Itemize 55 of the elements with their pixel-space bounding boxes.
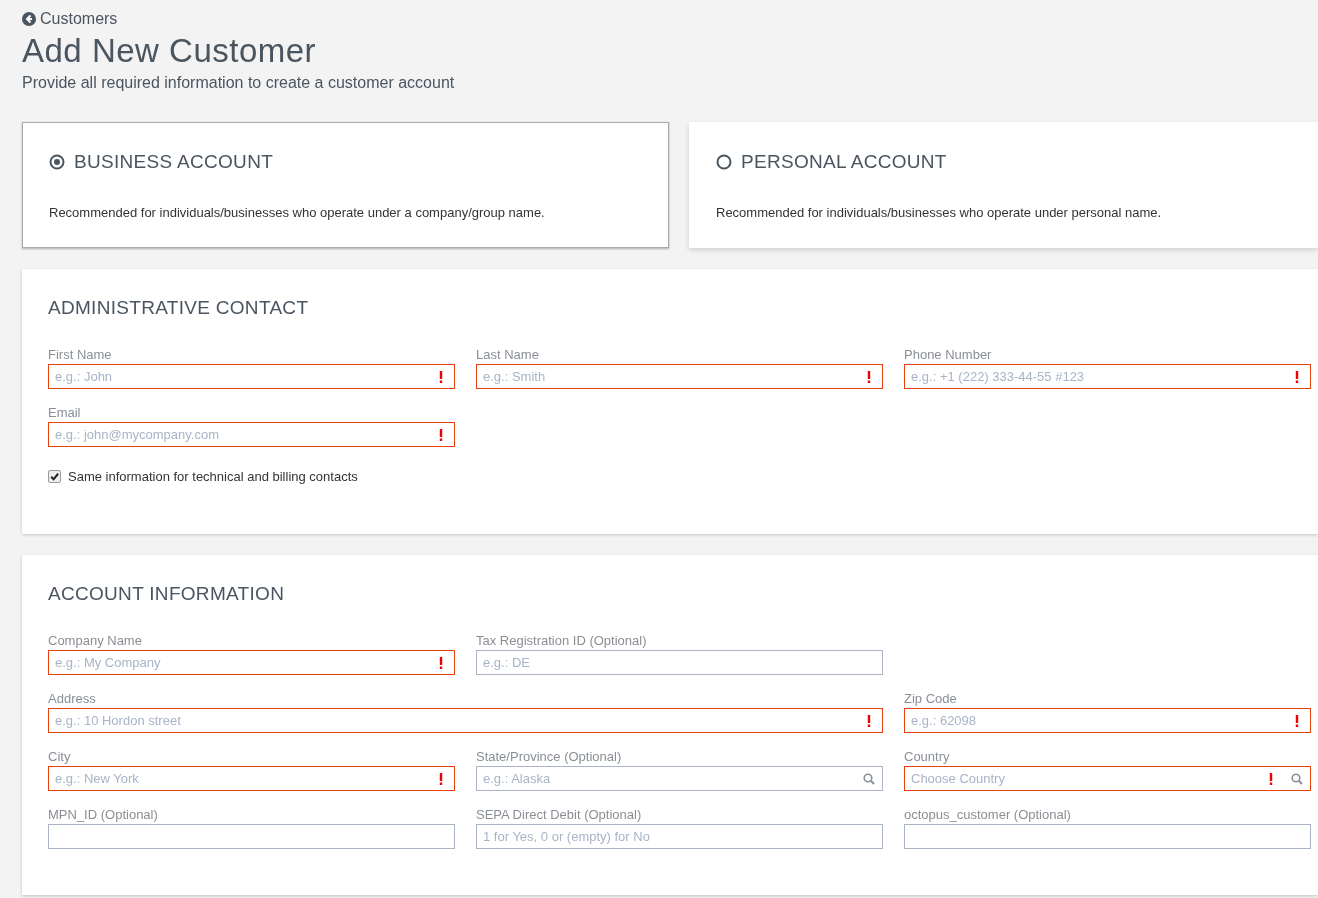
required-icon (439, 371, 443, 383)
input-field[interactable]: Choose Country (904, 766, 1311, 791)
field-label: First Name (48, 347, 113, 362)
checkbox[interactable] (48, 470, 61, 483)
checkbox-label: Same information for technical and billing contacts (68, 469, 358, 484)
input-field[interactable]: e.g.: John (48, 364, 455, 389)
section-title: ACCOUNT INFORMATION (48, 583, 286, 605)
page-title: Add New Customer (22, 32, 318, 70)
required-icon (867, 715, 871, 727)
back-arrow-icon (22, 12, 36, 26)
account-type-description: Recommended for individuals/businesses who operate under a company/group name. (49, 205, 546, 220)
radio-button[interactable] (716, 154, 732, 170)
required-icon (1269, 773, 1273, 785)
input-field[interactable] (48, 824, 455, 849)
field-label: Company Name (48, 633, 143, 648)
required-icon (439, 773, 443, 785)
field-label: Tax Registration ID (Optional) (476, 633, 648, 648)
input-field[interactable]: 1 for Yes, 0 or (empty) for No (476, 824, 883, 849)
field-label: Last Name (476, 347, 540, 362)
field-label: Address (48, 691, 97, 706)
search-icon (863, 773, 875, 785)
field-label: SEPA Direct Debit (Optional) (476, 807, 643, 822)
input-field[interactable]: e.g.: DE (476, 650, 883, 675)
field-label: MPN_ID (Optional) (48, 807, 159, 822)
input-field[interactable]: e.g.: +1 (222) 333-44-55 #123 (904, 364, 1311, 389)
required-icon (1295, 371, 1299, 383)
account-type-description: Recommended for individuals/businesses who operate under personal name. (716, 205, 1163, 220)
input-field[interactable]: e.g.: john@mycompany.com (48, 422, 455, 447)
required-icon (867, 371, 871, 383)
search-icon (1291, 773, 1303, 785)
account-type-label: BUSINESS ACCOUNT (74, 151, 274, 173)
field-label: Zip Code (904, 691, 958, 706)
input-field[interactable] (904, 824, 1311, 849)
input-field[interactable]: e.g.: New York (48, 766, 455, 791)
back-link[interactable]: Customers (22, 10, 118, 28)
page-subtitle: Provide all required information to create a customer account (22, 74, 456, 92)
field-label: City (48, 749, 72, 764)
account-type-card[interactable]: PERSONAL ACCOUNT Recommended for individuals/businesses who operate under personal name. (689, 122, 1318, 248)
field-label: Phone Number (904, 347, 993, 362)
input-field[interactable]: e.g.: 10 Hordon street (48, 708, 883, 733)
section-title: ADMINISTRATIVE CONTACT (48, 297, 310, 319)
field-label: Email (48, 405, 82, 420)
input-field[interactable]: e.g.: 62098 (904, 708, 1311, 733)
field-label: Country (904, 749, 951, 764)
field-label: octopus_customer (Optional) (904, 807, 1072, 822)
field-label: State/Province (Optional) (476, 749, 623, 764)
radio-button[interactable] (49, 154, 65, 170)
required-icon (439, 429, 443, 441)
input-field[interactable]: e.g.: Smith (476, 364, 883, 389)
account-type-card[interactable]: BUSINESS ACCOUNT Recommended for individuals/businesses who operate under a company/group name. (22, 122, 669, 248)
account-type-label: PERSONAL ACCOUNT (741, 151, 947, 173)
input-field[interactable]: e.g.: My Company (48, 650, 455, 675)
required-icon (1295, 715, 1299, 727)
input-field[interactable]: e.g.: Alaska (476, 766, 883, 791)
required-icon (439, 657, 443, 669)
